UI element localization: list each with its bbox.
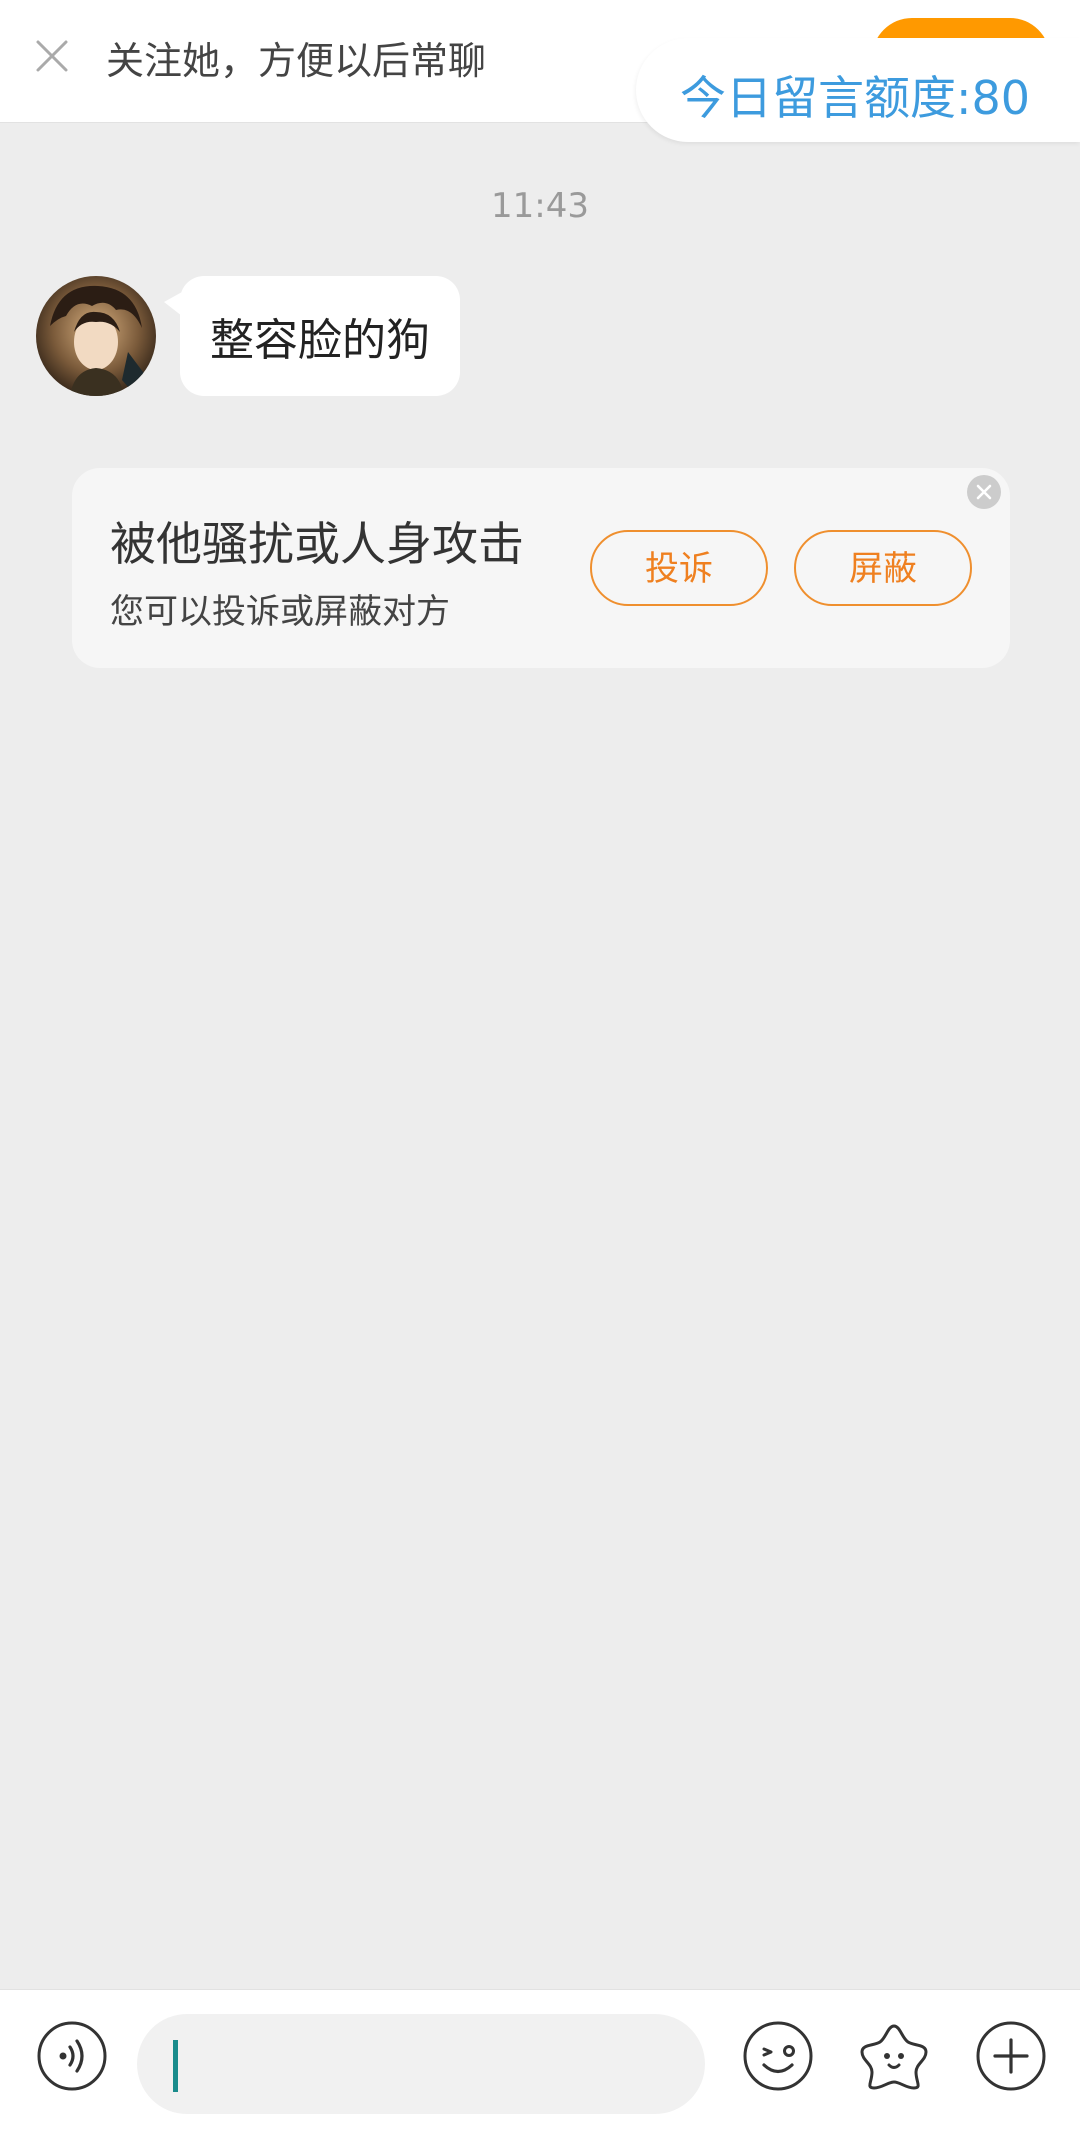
avatar[interactable] xyxy=(36,276,156,396)
card-subtitle: 您可以投诉或屏蔽对方 xyxy=(110,592,450,632)
message-input[interactable] xyxy=(137,2014,705,2114)
card-title: 被他骚扰或人身攻击 xyxy=(110,517,524,571)
close-icon[interactable] xyxy=(30,34,74,78)
sticker-icon[interactable] xyxy=(858,2020,930,2092)
message-bubble[interactable]: 整容脸的狗 xyxy=(180,276,460,396)
card-close-icon[interactable] xyxy=(966,474,1002,510)
input-bar xyxy=(0,1989,1080,2140)
message-text: 整容脸的狗 xyxy=(210,315,430,366)
text-cursor xyxy=(173,2040,178,2092)
voice-icon[interactable] xyxy=(36,2020,108,2092)
follow-prompt[interactable]: 关注她，方便以后常聊 xyxy=(106,30,486,85)
plus-icon[interactable] xyxy=(975,2020,1047,2092)
block-button[interactable]: 屏蔽 xyxy=(794,530,972,606)
emoji-icon[interactable] xyxy=(742,2020,814,2092)
quota-badge: 今日留言额度:80 xyxy=(636,38,1080,142)
message-timestamp: 11:43 xyxy=(491,186,589,226)
avatar-image xyxy=(36,276,156,396)
quota-label: 今日留言额度:80 xyxy=(680,71,1031,125)
harassment-report-card: 被他骚扰或人身攻击 您可以投诉或屏蔽对方 投诉 屏蔽 xyxy=(72,468,1010,668)
report-button[interactable]: 投诉 xyxy=(590,530,768,606)
